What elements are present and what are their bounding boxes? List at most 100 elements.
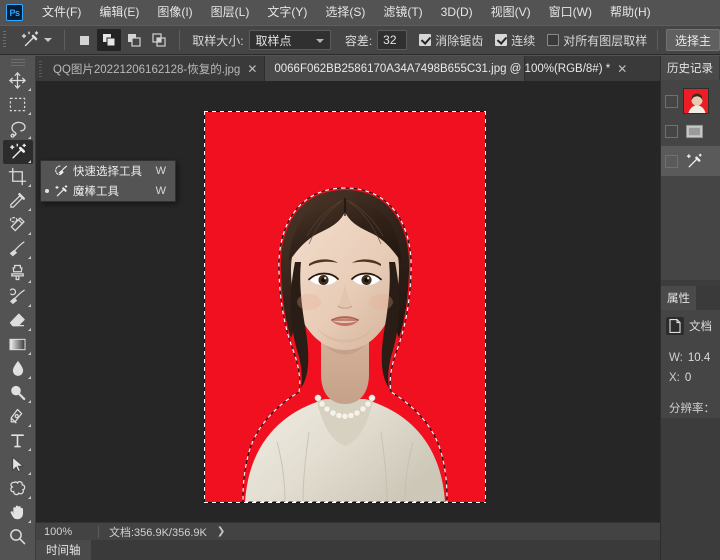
menu-help[interactable]: 帮助(H) [601, 3, 660, 22]
crop-tool[interactable] [3, 164, 33, 188]
intersect-selection-button[interactable] [147, 29, 171, 51]
sample-all-layers-checkbox-row[interactable]: 对所有图层取样 [547, 32, 647, 49]
chevron-down-icon[interactable] [44, 38, 52, 42]
document-tab-active[interactable]: 0066F062BB2586170A34A7498B655C31.jpg @ 1… [265, 56, 525, 81]
snapshot-thumbnail [683, 88, 709, 114]
zoom-level-field[interactable]: 100% [36, 526, 98, 538]
tolerance-input[interactable]: 32 [377, 30, 407, 50]
eyedropper-tool[interactable] [3, 188, 33, 212]
tolerance-value: 32 [383, 33, 396, 47]
flyout-item-shortcut: W [156, 185, 166, 197]
eraser-tool[interactable] [3, 308, 33, 332]
flyout-quick-selection-tool[interactable]: 快速选择工具 W [41, 161, 175, 181]
selection-mode-group [72, 29, 171, 51]
status-expand-arrow-icon[interactable]: ❯ [217, 526, 225, 537]
photoshop-window: Ps 文件(F) 编辑(E) 图像(I) 图层(L) 文字(Y) 选择(S) 滤… [0, 0, 720, 560]
history-state-box-icon[interactable] [665, 95, 678, 108]
property-width[interactable]: W: 10.4 [661, 348, 720, 368]
history-panel-tabrow: 历史记录 [661, 56, 720, 80]
current-tool-dot-icon [45, 189, 49, 193]
canvas-area[interactable] [36, 81, 660, 522]
contiguous-checkbox[interactable] [495, 34, 507, 46]
shape-tool[interactable] [3, 476, 33, 500]
history-snapshot[interactable] [661, 86, 720, 116]
menu-file[interactable]: 文件(F) [33, 3, 90, 22]
tools-panel [0, 56, 36, 560]
properties-spacer-2 [661, 388, 720, 398]
document-tab-qq-image[interactable]: QQ图片20221206162128-恢复的.jpg ✕ [44, 56, 265, 81]
close-icon[interactable]: ✕ [247, 63, 257, 75]
contiguous-checkbox-row[interactable]: 连续 [495, 32, 535, 49]
tools-panel-gripper[interactable] [0, 58, 36, 68]
options-separator-2 [179, 30, 180, 50]
menu-layer[interactable]: 图层(L) [202, 3, 259, 22]
flyout-magic-wand-tool[interactable]: 魔棒工具 W [41, 181, 175, 201]
chevron-down-icon [316, 39, 324, 43]
document-canvas[interactable] [205, 112, 485, 502]
history-brush-tool[interactable] [3, 284, 33, 308]
tool-flyout-menu[interactable]: 快速选择工具 W 魔棒工具 W [40, 160, 176, 202]
lasso-tool[interactable] [3, 116, 33, 140]
rectangular-marquee-tool[interactable] [3, 92, 33, 116]
type-tool[interactable] [3, 428, 33, 452]
tab-bar-gripper[interactable] [36, 56, 44, 81]
quick-selection-icon [52, 164, 70, 178]
tool-flyout-corner-icon [28, 304, 31, 307]
property-resolution[interactable]: 分辨率： [661, 398, 720, 418]
menu-select[interactable]: 选择(S) [316, 3, 374, 22]
blur-tool[interactable] [3, 356, 33, 380]
history-state-box-icon[interactable] [665, 155, 678, 168]
right-panel-dock: 历史记录 [660, 56, 720, 560]
brush-tool[interactable] [3, 236, 33, 260]
subtract-from-selection-button[interactable] [122, 29, 146, 51]
menu-3d[interactable]: 3D(D) [432, 3, 482, 22]
flyout-item-label: 魔棒工具 [73, 183, 156, 199]
property-width-value: 10.4 [688, 352, 710, 364]
tab-timeline[interactable]: 时间轴 [36, 540, 91, 560]
menu-filter[interactable]: 滤镜(T) [374, 3, 431, 22]
options-bar: 取样大小: 取样点 容差: 32 消除锯齿 连续 对所有图层取样 选择主 [0, 25, 720, 55]
menu-view[interactable]: 视图(V) [482, 3, 540, 22]
clone-stamp-tool[interactable] [3, 260, 33, 284]
history-magic-wand[interactable] [661, 146, 720, 176]
sample-size-label: 取样大小: [192, 32, 243, 49]
options-bar-gripper[interactable] [0, 25, 7, 55]
move-tool[interactable] [3, 68, 33, 92]
spot-healing-brush-tool[interactable] [3, 212, 33, 236]
gradient-tool[interactable] [3, 332, 33, 356]
property-x[interactable]: X: 0 [661, 368, 720, 388]
antialias-checkbox-row[interactable]: 消除锯齿 [419, 32, 483, 49]
options-separator-1 [64, 30, 65, 50]
antialias-checkbox[interactable] [419, 34, 431, 46]
add-to-selection-button[interactable] [97, 29, 121, 51]
menu-edit[interactable]: 编辑(E) [90, 3, 148, 22]
tool-flyout-corner-icon [28, 88, 31, 91]
dodge-tool[interactable] [3, 380, 33, 404]
hand-tool[interactable] [3, 500, 33, 524]
zoom-tool[interactable] [3, 524, 33, 548]
tool-preset-picker[interactable] [15, 27, 56, 53]
new-selection-button[interactable] [72, 29, 96, 51]
menu-type[interactable]: 文字(Y) [258, 3, 316, 22]
close-icon[interactable]: ✕ [617, 63, 627, 75]
menu-window[interactable]: 窗口(W) [540, 3, 601, 22]
photoshop-logo-icon: Ps [6, 4, 23, 21]
select-subject-button[interactable]: 选择主 [666, 29, 720, 51]
pen-tool[interactable] [3, 404, 33, 428]
menu-image[interactable]: 图像(I) [148, 3, 201, 22]
magic-wand-icon [683, 150, 705, 172]
property-x-value: 0 [685, 372, 691, 384]
contiguous-label: 连续 [511, 32, 535, 49]
sample-all-layers-checkbox[interactable] [547, 34, 559, 46]
history-open-document[interactable] [661, 116, 720, 146]
property-resolution-key: 分辨率： [669, 400, 715, 416]
document-tab-title: QQ图片20221206162128-恢复的.jpg [53, 61, 240, 77]
tool-flyout-corner-icon [28, 328, 31, 331]
tolerance-label: 容差: [345, 32, 372, 49]
path-selection-tool[interactable] [3, 452, 33, 476]
magic-wand-tool[interactable] [3, 140, 33, 164]
history-state-box-icon[interactable] [665, 125, 678, 138]
tab-properties[interactable]: 属性 [661, 286, 696, 310]
sample-size-select[interactable]: 取样点 [249, 30, 331, 50]
tab-history[interactable]: 历史记录 [661, 56, 719, 80]
